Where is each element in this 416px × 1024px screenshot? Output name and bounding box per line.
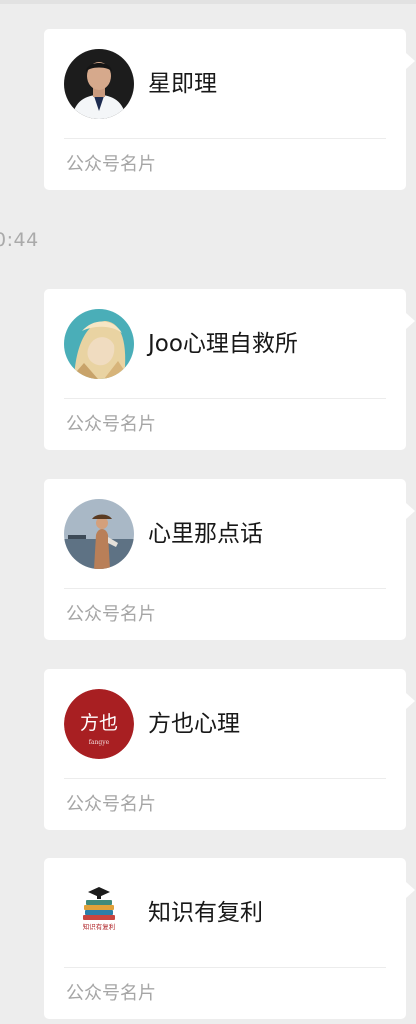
contact-name: Joo心理自救所 — [148, 331, 298, 357]
card-divider — [64, 778, 386, 779]
contact-card-4[interactable]: 方也 fangye 方也心理 公众号名片 — [44, 669, 415, 830]
contact-card-1[interactable]: 星即理 公众号名片 — [44, 29, 415, 190]
svg-text:知识有复利: 知识有复利 — [83, 922, 116, 931]
contact-card-5[interactable]: 知识有复利 知识有复利 公众号名片 — [44, 858, 415, 1019]
contact-card-3[interactable]: 心里那点话 公众号名片 — [44, 479, 415, 640]
card-divider — [64, 588, 386, 589]
person-portrait-avatar[interactable] — [64, 49, 134, 119]
contact-name: 知识有复利 — [148, 900, 263, 926]
contact-name: 星即理 — [148, 71, 217, 97]
top-divider — [0, 0, 416, 4]
svg-text:方也: 方也 — [80, 712, 118, 734]
illustrated-girl-avatar[interactable] — [64, 309, 134, 379]
contact-name: 方也心理 — [148, 711, 240, 737]
card-divider — [64, 398, 386, 399]
card-type-label: 公众号名片 — [66, 983, 156, 1004]
card-type-label: 公众号名片 — [66, 604, 156, 625]
red-seal-logo-avatar[interactable]: 方也 fangye — [64, 689, 134, 759]
card-type-label: 公众号名片 — [66, 794, 156, 815]
card-type-label: 公众号名片 — [66, 154, 156, 175]
contact-card-2[interactable]: Joo心理自救所 公众号名片 — [44, 289, 415, 450]
card-type-label: 公众号名片 — [66, 414, 156, 435]
svg-text:fangye: fangye — [89, 739, 110, 746]
card-divider — [64, 138, 386, 139]
contact-name: 心里那点话 — [148, 521, 263, 547]
books-logo-avatar[interactable]: 知识有复利 — [64, 878, 134, 948]
seaside-photo-avatar[interactable] — [64, 499, 134, 569]
card-divider — [64, 967, 386, 968]
message-timestamp: 0:44 — [0, 229, 39, 251]
